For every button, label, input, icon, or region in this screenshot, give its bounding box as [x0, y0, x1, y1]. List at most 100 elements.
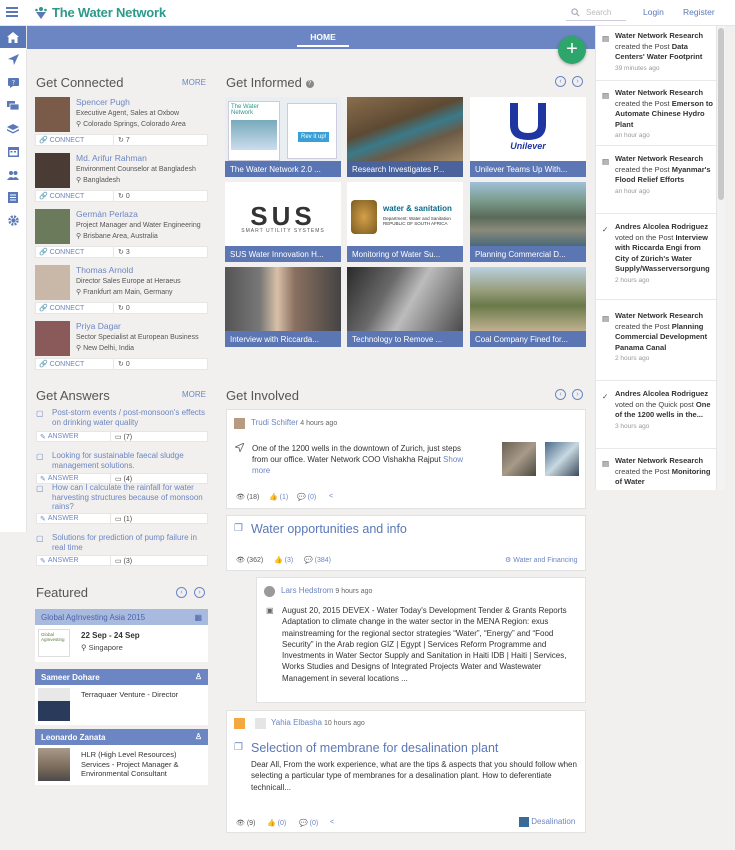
answer-button[interactable]: ✎ ANSWER — [37, 556, 111, 565]
article-tile[interactable]: Technology to Remove ... — [347, 267, 463, 347]
person-name[interactable]: Priya Dagar — [76, 321, 121, 331]
person-name[interactable]: Germán Perlaza — [76, 209, 138, 219]
person-name[interactable]: Md. Arifur Rahman — [76, 153, 147, 163]
get-answers-more-link[interactable]: MORE — [182, 390, 206, 399]
post-author[interactable]: Yahia Elbasha — [271, 718, 322, 727]
avatar[interactable] — [35, 265, 70, 300]
topic-tag[interactable]: ⚙ Water and Financing — [505, 556, 578, 564]
person-name[interactable]: Spencer Pugh — [76, 97, 130, 107]
tab-home[interactable]: HOME — [297, 32, 349, 47]
likes-count[interactable]: 👍 (3) — [274, 556, 293, 564]
article-tile[interactable]: Interview with Riccarda... — [225, 267, 341, 347]
question-actions: ✎ ANSWER ▭ (7) — [36, 431, 208, 442]
post-author[interactable]: Lars Hedstrom — [281, 586, 333, 595]
featured-person-card[interactable]: Leonardo Zanata ♙ HLR (High Level Resourc… — [35, 729, 208, 785]
article-tile[interactable]: Planning Commercial D... — [470, 182, 586, 262]
featured-person-card[interactable]: Sameer Dohare ♙ Terraquaer Venture - Dire… — [35, 669, 208, 725]
question-link[interactable]: ▢ Looking for sustainable faecal sludge m… — [36, 451, 208, 470]
gear-icon[interactable] — [0, 209, 26, 232]
prev-arrow-icon[interactable]: ‹ — [176, 587, 187, 598]
layers-icon[interactable] — [0, 117, 26, 140]
home-icon[interactable] — [0, 26, 26, 48]
views-count: 👁 (18) — [236, 494, 260, 501]
send-icon[interactable] — [0, 48, 26, 71]
feed-item[interactable]: ▤ Water Network Research created the Pos… — [596, 456, 716, 490]
post-card: Yahia Elbasha 10 hours ago ❐ Selection o… — [226, 710, 586, 833]
event-name: Global AgInvesting Asia 2015 ▦ — [35, 609, 208, 625]
post-card: ❐ Water opportunities and info 👁 (362) 👍… — [226, 515, 586, 571]
people-icon[interactable] — [0, 163, 26, 186]
feed-item[interactable]: ✓ Andres Alcolea Rodriguez voted on the … — [596, 389, 716, 449]
question-link[interactable]: ▢ Post-storm events / post-monsoon's effe… — [36, 408, 208, 427]
get-connected-more-link[interactable]: MORE — [182, 78, 206, 87]
chat-icon[interactable] — [0, 94, 26, 117]
next-arrow-icon[interactable]: › — [572, 76, 583, 87]
article-tile[interactable]: SUS SMART UTILITY SYSTEMS SUS Water Inno… — [225, 182, 341, 262]
feed-item[interactable]: ▤ Water Network Research created the Pos… — [596, 31, 716, 81]
logo[interactable]: The Water Network — [34, 5, 166, 20]
article-tile[interactable]: Coal Company Fined for... — [470, 267, 586, 347]
register-link[interactable]: Register — [683, 7, 715, 17]
answer-button[interactable]: ✎ ANSWER — [37, 432, 111, 441]
scrollbar-thumb[interactable] — [718, 28, 724, 200]
connect-button[interactable]: 🔗 CONNECT — [36, 303, 114, 313]
avatar[interactable] — [35, 153, 70, 188]
comments-count[interactable]: 💬 (384) — [304, 556, 331, 564]
post-image[interactable] — [502, 442, 536, 476]
post-title[interactable]: Water opportunities and info — [251, 522, 407, 536]
answer-button[interactable]: ✎ ANSWER — [37, 474, 111, 483]
connect-button[interactable]: 🔗 CONNECT — [36, 135, 114, 145]
avatar[interactable] — [234, 418, 245, 429]
featured-event-card[interactable]: Global AgInvesting Asia 2015 ▦ Global AgI… — [35, 609, 208, 662]
next-arrow-icon[interactable]: › — [572, 389, 583, 400]
answer-button[interactable]: ✎ ANSWER — [37, 514, 111, 523]
avatar[interactable] — [255, 718, 266, 729]
share-icon[interactable]: < — [329, 493, 333, 500]
next-arrow-icon[interactable]: › — [194, 587, 205, 598]
likes-count[interactable]: 👍 (1) — [269, 493, 288, 501]
likes-count[interactable]: 👍 (0) — [267, 819, 286, 827]
menu-icon[interactable] — [6, 7, 18, 17]
prev-arrow-icon[interactable]: ‹ — [555, 76, 566, 87]
feed-scrollbar[interactable] — [716, 26, 725, 490]
add-post-button[interactable]: + — [558, 36, 586, 64]
comments-count[interactable]: 💬 (0) — [297, 493, 316, 501]
post-author[interactable]: Trudi Schifter — [251, 418, 298, 427]
article-tile[interactable]: The Water Network Rev it up! The Water N… — [225, 97, 341, 177]
post-text: Dear All, From the work experience, what… — [251, 760, 577, 792]
question-icon[interactable]: ? — [0, 71, 26, 94]
post-image[interactable] — [545, 442, 579, 476]
avatar[interactable] — [264, 586, 275, 597]
question-link[interactable]: ▢ How can I calculate the rainfall for wa… — [36, 483, 208, 512]
avatar[interactable] — [35, 97, 70, 132]
person-actions: 🔗 CONNECT ↻ 7 — [35, 134, 208, 146]
share-icon[interactable]: < — [330, 819, 334, 826]
post-title[interactable]: Selection of membrane for desalination p… — [251, 741, 498, 755]
tile-caption: Coal Company Fined for... — [470, 331, 586, 347]
topic-tag[interactable]: Desalination — [519, 817, 575, 827]
feed-item[interactable]: ▤ Water Network Research created the Pos… — [596, 154, 716, 214]
feed-item[interactable]: ▤ Water Network Research created the Pos… — [596, 311, 716, 381]
search-input[interactable]: Search — [566, 5, 626, 21]
feed-item[interactable]: ✓ Andres Alcolea Rodriguez voted on the … — [596, 222, 716, 300]
avatar[interactable] — [35, 321, 70, 356]
login-link[interactable]: Login — [643, 7, 664, 17]
avatar[interactable] — [35, 209, 70, 244]
person-location: ⚲ New Delhi, India — [76, 345, 135, 352]
post-meta: Trudi Schifter 4 hours ago — [251, 418, 338, 427]
article-tile[interactable]: Unilever Unilever Teams Up With... — [470, 97, 586, 177]
comments-count[interactable]: 💬 (0) — [299, 819, 318, 827]
question-link[interactable]: ▢ Solutions for prediction of pump failur… — [36, 533, 208, 552]
prev-arrow-icon[interactable]: ‹ — [555, 389, 566, 400]
feed-item[interactable]: ▤ Water Network Research created the Pos… — [596, 88, 716, 146]
document-icon[interactable] — [0, 186, 26, 209]
tile-image: The Water Network — [228, 101, 280, 161]
article-tile[interactable]: water & sanitation Department: Water and… — [347, 182, 463, 262]
article-tile[interactable]: Research Investigates P... — [347, 97, 463, 177]
connect-button[interactable]: 🔗 CONNECT — [36, 359, 114, 369]
person-name[interactable]: Thomas Arnold — [76, 265, 133, 275]
help-icon[interactable]: ? — [305, 79, 314, 88]
connect-button[interactable]: 🔗 CONNECT — [36, 247, 114, 257]
connect-button[interactable]: 🔗 CONNECT — [36, 191, 114, 201]
calendar-icon[interactable] — [0, 140, 26, 163]
